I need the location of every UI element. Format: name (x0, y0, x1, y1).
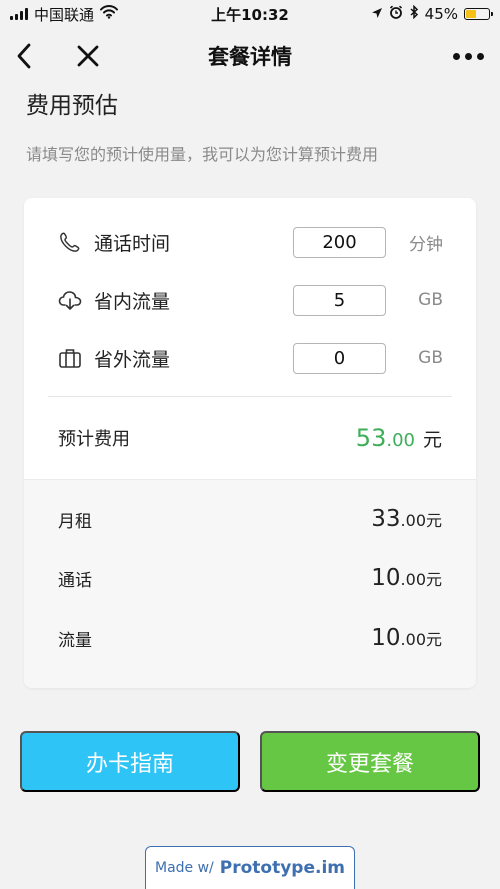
change-plan-button[interactable]: 变更套餐 (260, 731, 480, 792)
card-guide-button[interactable]: 办卡指南 (20, 731, 240, 792)
breakdown-row: 通话 10 .00元 (24, 560, 476, 596)
breakdown-integer: 33 (371, 506, 401, 532)
alarm-icon (389, 5, 403, 23)
estimate-integer: 53 (355, 424, 387, 452)
more-icon[interactable] (450, 40, 486, 72)
estimate-unit: 元 (422, 429, 442, 451)
close-icon[interactable] (74, 40, 102, 72)
estimate-label: 预计费用 (58, 429, 130, 450)
usage-label: 通话时间 (94, 232, 171, 255)
estimate-value: 53 .00 元 (356, 424, 442, 452)
breakdown-integer: 10 (371, 565, 401, 591)
luggage-icon (58, 346, 82, 370)
watermark-brand: Prototype.im (219, 858, 345, 878)
breakdown-value: 10 .00元 (371, 565, 442, 591)
battery-icon (464, 8, 493, 20)
status-right: 45% (371, 4, 493, 23)
usage-row-call: 通话时间 分钟 (24, 222, 476, 262)
section-title: 费用预估 (26, 93, 118, 119)
breakdown-row: 月租 33 .00元 (24, 501, 476, 537)
nav-bar: 套餐详情 (0, 28, 500, 84)
status-left: 中国联通 (10, 4, 119, 25)
usage-row-local-data: 省内流量 GB (24, 280, 476, 320)
breakdown-value: 33 .00元 (371, 506, 442, 532)
usage-label: 省外流量 (94, 348, 171, 371)
estimate-row: 预计费用 53 .00 元 (24, 418, 476, 458)
breakdown-integer: 10 (371, 625, 401, 651)
breakdown-label: 月租 (58, 511, 92, 532)
cost-breakdown: 月租 33 .00元 通话 10 .00元 流量 10 .00元 (24, 479, 476, 688)
status-bar: 中国联通 上午10:32 45% (0, 0, 500, 28)
national-data-input[interactable] (293, 342, 386, 374)
location-icon (371, 5, 383, 23)
breakdown-decimal: .00元 (400, 570, 442, 589)
battery-fill (466, 10, 476, 18)
section-description: 请填写您的预计使用量，我可以为您计算预计费用 (26, 145, 379, 164)
usage-unit: 分钟 (409, 234, 443, 255)
back-icon[interactable] (10, 40, 38, 72)
battery-percent: 45% (424, 5, 458, 23)
phone-icon (58, 230, 82, 254)
breakdown-label: 流量 (58, 630, 92, 651)
watermark-prefix: Made w/ (154, 860, 214, 876)
usage-row-national-data: 省外流量 GB (24, 338, 476, 378)
carrier-name: 中国联通 (34, 5, 95, 24)
estimate-card: 通话时间 分钟 省内流量 GB 省外流量 GB 预计费用 53 .00 元 月租 (24, 198, 476, 688)
prototype-watermark[interactable]: Made w/ Prototype.im (145, 846, 355, 889)
cloud-download-icon (58, 288, 82, 312)
usage-label: 省内流量 (94, 290, 171, 313)
wifi-icon (100, 5, 119, 23)
local-data-input[interactable] (293, 284, 386, 316)
bluetooth-icon (409, 4, 419, 23)
page-title: 套餐详情 (208, 45, 292, 69)
usage-unit: GB (418, 348, 443, 368)
divider (48, 396, 452, 397)
call-time-input[interactable] (293, 226, 386, 258)
breakdown-value: 10 .00元 (371, 625, 442, 651)
signal-icon (10, 8, 28, 20)
breakdown-decimal: .00元 (400, 630, 442, 649)
breakdown-label: 通话 (58, 570, 92, 591)
estimate-decimal: .00 (386, 430, 415, 451)
breakdown-decimal: .00元 (400, 511, 442, 530)
usage-unit: GB (418, 290, 443, 310)
breakdown-row: 流量 10 .00元 (24, 620, 476, 656)
